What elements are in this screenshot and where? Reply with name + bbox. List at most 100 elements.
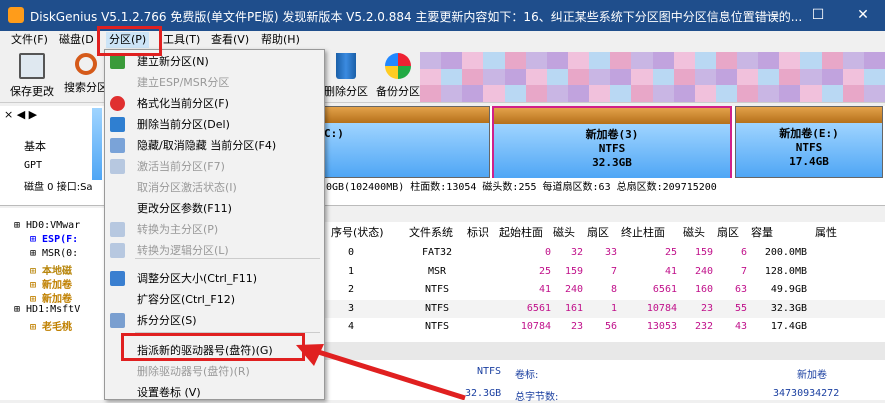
mosaic-tile [483,85,505,102]
table-cell: 43 [734,321,747,332]
column-header[interactable]: 容量 [751,224,773,242]
table-row[interactable]: 3 NTFS 6561 161 1 10784 23 55 32.3GB [325,299,885,318]
mosaic-tile [715,68,738,86]
mosaic-tile [504,68,526,86]
mosaic-tile [863,85,885,102]
context-menu-item[interactable]: 调整分区大小(Ctrl_F11) [105,268,324,289]
mosaic-tile [483,68,505,86]
mosaic-tile [694,85,716,102]
mosaic-tile [673,52,695,69]
annotation-arrow [296,344,466,400]
context-menu-item[interactable]: 拆分分区(S) [105,310,324,331]
tree-node[interactable]: ⊞ 老毛桃 [30,318,72,333]
context-menu-label: 拆分分区(S) [137,314,197,327]
table-cell: 32 [570,247,583,258]
context-menu-item[interactable]: 扩容分区(Ctrl_F12) [105,289,324,310]
tree-node[interactable]: ⊞ MSR(0: [30,248,78,259]
mosaic-tile [420,85,442,102]
mosaic-tile [441,52,463,69]
tree-node[interactable]: ⊞ 本地磁 [30,262,72,277]
close-button[interactable]: ✕ [840,0,885,31]
column-header[interactable]: 磁头 [553,224,575,242]
table-row[interactable]: 1 MSR 25 159 7 41 240 7 128.0MB [325,262,885,281]
table-cell: 0 [347,247,355,258]
mosaic-tile [779,85,801,102]
delete-partition-button[interactable]: 删除分区 [322,51,370,101]
tree-node[interactable]: ⊞ HD0:VMwar [14,220,80,231]
menu-item-icon [110,271,125,286]
context-menu-item[interactable]: 格式化当前分区(F) [105,93,324,114]
search-icon [75,53,97,75]
column-header[interactable]: 标识 [467,224,489,242]
menu-file[interactable]: 文件(F) [8,32,51,48]
mosaic-tile [821,68,843,86]
window-title: DiskGenius V5.1.2.766 免费版(单文件PE版) 发现新版本 … [30,10,803,24]
partition-e-name: 新加卷(E:) [779,127,839,140]
tree-node[interactable]: ⊞ 新加卷 [30,290,72,305]
context-menu-item[interactable]: 更改分区参数(F11) [105,198,324,219]
table-cell: 240 [694,265,713,277]
menu-item-icon [110,138,125,153]
column-header[interactable]: 文件系统 [409,224,453,242]
context-menu-item[interactable]: 删除当前分区(Del) [105,114,324,135]
mosaic-tile [737,68,759,86]
partition-3-bar [494,108,730,124]
tree-node[interactable]: ⊞ 新加卷 [30,276,72,291]
column-header[interactable]: 起始柱面 [499,224,543,242]
mosaic-tile [420,52,442,69]
context-menu-label: 隐藏/取消隐藏 当前分区(F4) [137,139,277,152]
table-cell [467,281,497,299]
table-row[interactable]: 2 NTFS 41 240 8 6561 160 63 49.9GB [325,281,885,299]
table-cell [467,300,497,318]
mosaic-tile [715,52,738,69]
table-row[interactable]: 0 FAT32 0 32 33 25 159 6 200.0MB [325,244,885,262]
partition-c[interactable]: C:) [322,106,490,178]
mosaic-tile [567,52,590,69]
table-cell: 160 [694,284,713,295]
save-changes-button[interactable]: 保存更改 [4,51,60,101]
context-menu-item[interactable]: 取消分区激活状态(I) [105,177,324,198]
table-cell: 3 [347,302,355,314]
minimize-button[interactable]: — [749,0,795,31]
partition-table: 序号(状态) 文件系统 标识 起始柱面 磁头 扇区 终止柱面 磁头 扇区 容量 属性 0 FAT32 0 3… [325,222,885,342]
menu-help[interactable]: 帮助(H) [258,32,303,48]
disk-type-basic: 基本 [24,140,46,153]
partition-e-size: 17.4GB [789,155,829,168]
table-cell: NTFS [424,302,450,314]
menu-tools[interactable]: 工具(T) [160,32,203,48]
backup-partition-button[interactable]: 备份分区 [374,51,422,101]
table-cell: 159 [564,265,583,277]
column-header[interactable]: 扇区 [717,224,739,242]
backup-icon [385,53,411,79]
highlight-partition-menu [97,26,162,56]
column-header[interactable]: 序号(状态) [331,224,384,242]
menu-disk[interactable]: 磁盘(D [56,32,97,48]
search-partition-button[interactable]: 搜索分区 [64,51,108,101]
partition-e[interactable]: 新加卷(E:) NTFS 17.4GB [735,106,883,178]
partition-3-fs: NTFS [598,142,626,155]
context-menu-item[interactable]: 隐藏/取消隐藏 当前分区(F4) [105,135,324,156]
mosaic-tile [610,68,632,86]
tree-node[interactable]: ⊞ HD1:MsftV [14,304,80,315]
column-header[interactable]: 扇区 [587,224,609,242]
mosaic-tile [779,68,801,86]
maximize-button[interactable]: ☐ [795,0,841,31]
table-row[interactable]: 4 NTFS 10784 23 56 13053 232 43 17.4GB [325,318,885,336]
table-cell: 8 [610,284,617,295]
nav-arrows[interactable]: × ◀ ▶ [4,108,37,121]
menu-item-icon [110,243,125,258]
column-header[interactable]: 属性 [815,224,837,242]
detail-label-value: 新加卷 [797,370,827,381]
partition-3[interactable]: 新加卷(3) NTFS 32.3GB [492,106,732,178]
mosaic-tile [441,68,463,86]
context-menu-item[interactable]: 建立ESP/MSR分区 [105,72,324,93]
column-header[interactable]: 终止柱面 [621,224,665,242]
context-menu-item[interactable]: 转换为主分区(P) [105,219,324,240]
context-menu-item[interactable]: 激活当前分区(F7) [105,156,324,177]
table-cell: 23 [700,302,713,314]
column-header[interactable]: 磁头 [683,224,705,242]
tree-node[interactable]: ⊞ ESP(F: [30,234,78,245]
menu-view[interactable]: 查看(V) [208,32,252,48]
mosaic-tile [631,85,653,102]
detail-bytes-value: 34730934272 [773,388,840,399]
